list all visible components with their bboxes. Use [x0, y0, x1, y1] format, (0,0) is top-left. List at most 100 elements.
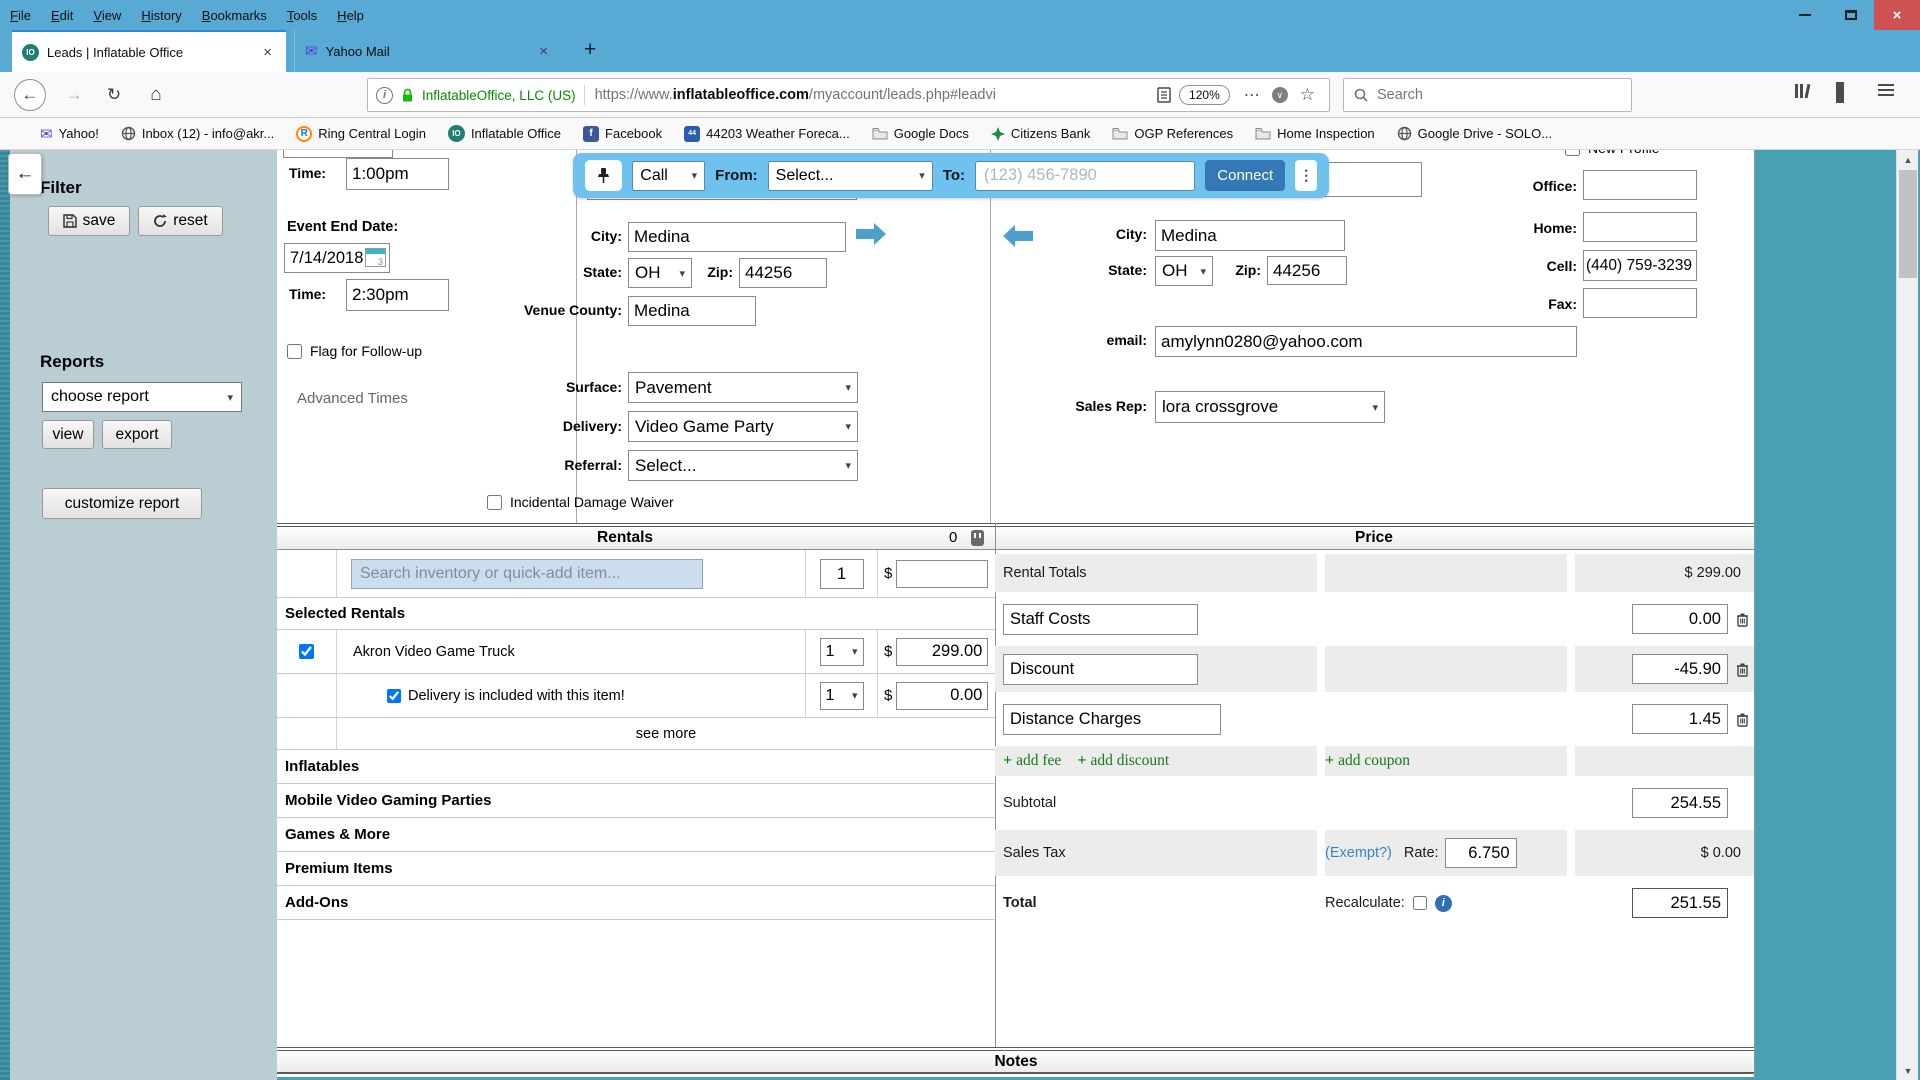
event-start-date-input[interactable]: [283, 150, 393, 158]
menu-tools[interactable]: Tools: [277, 4, 327, 27]
reader-mode-icon[interactable]: [1157, 87, 1171, 103]
connect-button[interactable]: Connect: [1205, 160, 1285, 191]
scroll-down-icon[interactable]: ▼: [1897, 1061, 1919, 1080]
page-info-icon[interactable]: i: [376, 87, 393, 104]
menu-view[interactable]: View: [83, 4, 131, 27]
tab-close-icon[interactable]: ×: [259, 44, 276, 61]
rental-price-input[interactable]: [896, 638, 988, 666]
popup-menu-button[interactable]: ⋮: [1295, 160, 1317, 191]
end-time-input[interactable]: [346, 279, 449, 311]
zoom-level-badge[interactable]: 120%: [1179, 85, 1230, 105]
bookmark-ogp-references[interactable]: OGP References: [1112, 126, 1233, 141]
rental-price-input[interactable]: [896, 682, 988, 710]
subtotal-input[interactable]: [1632, 788, 1728, 818]
bookmark-inbox[interactable]: Inbox (12) - info@akr...: [121, 126, 274, 141]
new-profile-checkbox[interactable]: [1565, 150, 1580, 156]
url-bar[interactable]: i InflatableOffice, LLC (US) https://www…: [367, 78, 1330, 112]
menu-file[interactable]: File: [0, 4, 41, 27]
staff-costs-name-input[interactable]: [1003, 604, 1198, 635]
bookmark-weather[interactable]: 4444203 Weather Foreca...: [684, 126, 850, 142]
distance-charges-name-input[interactable]: [1003, 704, 1221, 735]
delivery-included-checkbox[interactable]: [387, 689, 401, 703]
sales-rep-select[interactable]: lora crossgrove▾: [1155, 391, 1385, 423]
category-row-addons[interactable]: Add-Ons: [277, 886, 995, 920]
delivery-select[interactable]: Video Game Party▾: [628, 411, 858, 442]
reload-button[interactable]: ↻: [98, 79, 130, 111]
search-input[interactable]: [1377, 87, 1577, 103]
security-label[interactable]: InflatableOffice, LLC (US): [422, 88, 576, 103]
add-discount-link[interactable]: +add discount: [1077, 752, 1169, 770]
contact-city-input[interactable]: [1155, 220, 1345, 251]
exempt-link[interactable]: (Exempt?): [1325, 845, 1392, 861]
total-input[interactable]: [1632, 888, 1728, 918]
menu-history[interactable]: History: [131, 4, 191, 27]
category-row-premium[interactable]: Premium Items: [277, 852, 995, 886]
add-fee-link[interactable]: +add fee: [1003, 752, 1061, 770]
office-input[interactable]: [1583, 170, 1697, 200]
bookmark-yahoo[interactable]: ✉Yahoo!: [40, 125, 99, 143]
contact-zip-input[interactable]: [1267, 256, 1347, 285]
menu-bookmarks[interactable]: Bookmarks: [192, 4, 277, 27]
trash-icon[interactable]: [1736, 662, 1749, 677]
see-more-link[interactable]: see more: [636, 726, 696, 742]
copy-left-arrow-icon[interactable]: [1001, 223, 1035, 249]
trash-icon[interactable]: [1736, 712, 1749, 727]
report-select[interactable]: choose report▾: [42, 382, 242, 412]
add-coupon-link[interactable]: +add coupon: [1325, 752, 1410, 770]
start-time-input[interactable]: [346, 158, 449, 190]
bookmark-star-icon[interactable]: ☆: [1300, 85, 1315, 105]
collapse-sidebar-button[interactable]: ←: [8, 153, 42, 195]
venue-county-input[interactable]: [628, 296, 756, 326]
category-row-inflatables[interactable]: Inflatables: [277, 750, 995, 784]
rental-item-checkbox[interactable]: [299, 644, 314, 659]
menu-help[interactable]: Help: [327, 4, 374, 27]
hamburger-menu-icon[interactable]: [1878, 81, 1894, 99]
scrollbar-thumb[interactable]: [1899, 170, 1917, 278]
page-scrollbar[interactable]: ▲ ▼: [1896, 150, 1918, 1080]
pin-button[interactable]: [585, 160, 622, 191]
home-button[interactable]: ⌂: [140, 79, 172, 111]
call-type-select[interactable]: Call▾: [632, 161, 705, 191]
pocket-icon[interactable]: ∨: [1272, 87, 1288, 103]
export-report-button[interactable]: export: [102, 420, 172, 449]
category-row-games[interactable]: Games & More: [277, 818, 995, 852]
to-phone-input[interactable]: [975, 161, 1195, 191]
page-actions-icon[interactable]: ⋯: [1244, 85, 1260, 105]
bookmark-ringcentral[interactable]: RRing Central Login: [296, 126, 426, 142]
bookmark-home-inspection[interactable]: Home Inspection: [1255, 126, 1375, 141]
venue-city-input[interactable]: [628, 222, 846, 252]
tab-close-icon[interactable]: ×: [535, 43, 552, 60]
damage-waiver-checkbox[interactable]: [487, 495, 502, 510]
discount-value-input[interactable]: [1632, 654, 1728, 684]
bookmark-google-docs[interactable]: Google Docs: [872, 126, 969, 141]
email-input[interactable]: [1155, 326, 1577, 357]
rental-qty-select[interactable]: 1▾: [820, 638, 864, 666]
info-icon[interactable]: i: [1435, 895, 1452, 912]
minimize-button[interactable]: [1782, 0, 1828, 30]
inventory-search-input[interactable]: [351, 559, 703, 589]
discount-name-input[interactable]: [1003, 654, 1198, 685]
copy-right-arrow-icon[interactable]: [854, 221, 888, 247]
fax-input[interactable]: [1583, 288, 1697, 318]
new-tab-button[interactable]: +: [576, 38, 604, 62]
url-text[interactable]: https://www.inflatableoffice.com/myaccou…: [595, 87, 1157, 103]
bookmark-inflatable-office[interactable]: IOInflatable Office: [448, 125, 561, 142]
rental-qty-select[interactable]: 1▾: [820, 682, 864, 710]
from-select[interactable]: Select...▾: [768, 161, 933, 191]
trash-icon[interactable]: [1736, 612, 1749, 627]
bookmark-facebook[interactable]: fFacebook: [583, 126, 662, 142]
reset-filter-button[interactable]: reset: [138, 206, 223, 236]
tab-leads[interactable]: IO Leads | Inflatable Office ×: [12, 30, 286, 72]
staff-costs-value-input[interactable]: [1632, 604, 1728, 634]
quick-add-price-input[interactable]: [896, 560, 988, 588]
cell-input[interactable]: [1583, 250, 1697, 281]
tax-rate-input[interactable]: [1445, 838, 1517, 868]
customize-report-button[interactable]: customize report: [42, 488, 202, 519]
venue-state-select[interactable]: OH▾: [628, 258, 692, 288]
category-row-mobile-video[interactable]: Mobile Video Gaming Parties: [277, 784, 995, 818]
view-report-button[interactable]: view: [42, 420, 94, 449]
search-bar[interactable]: [1343, 78, 1632, 112]
power-outlet-icon[interactable]: [971, 530, 984, 546]
contact-state-select[interactable]: OH▾: [1155, 256, 1213, 286]
advanced-times-link[interactable]: Advanced Times: [297, 390, 408, 407]
